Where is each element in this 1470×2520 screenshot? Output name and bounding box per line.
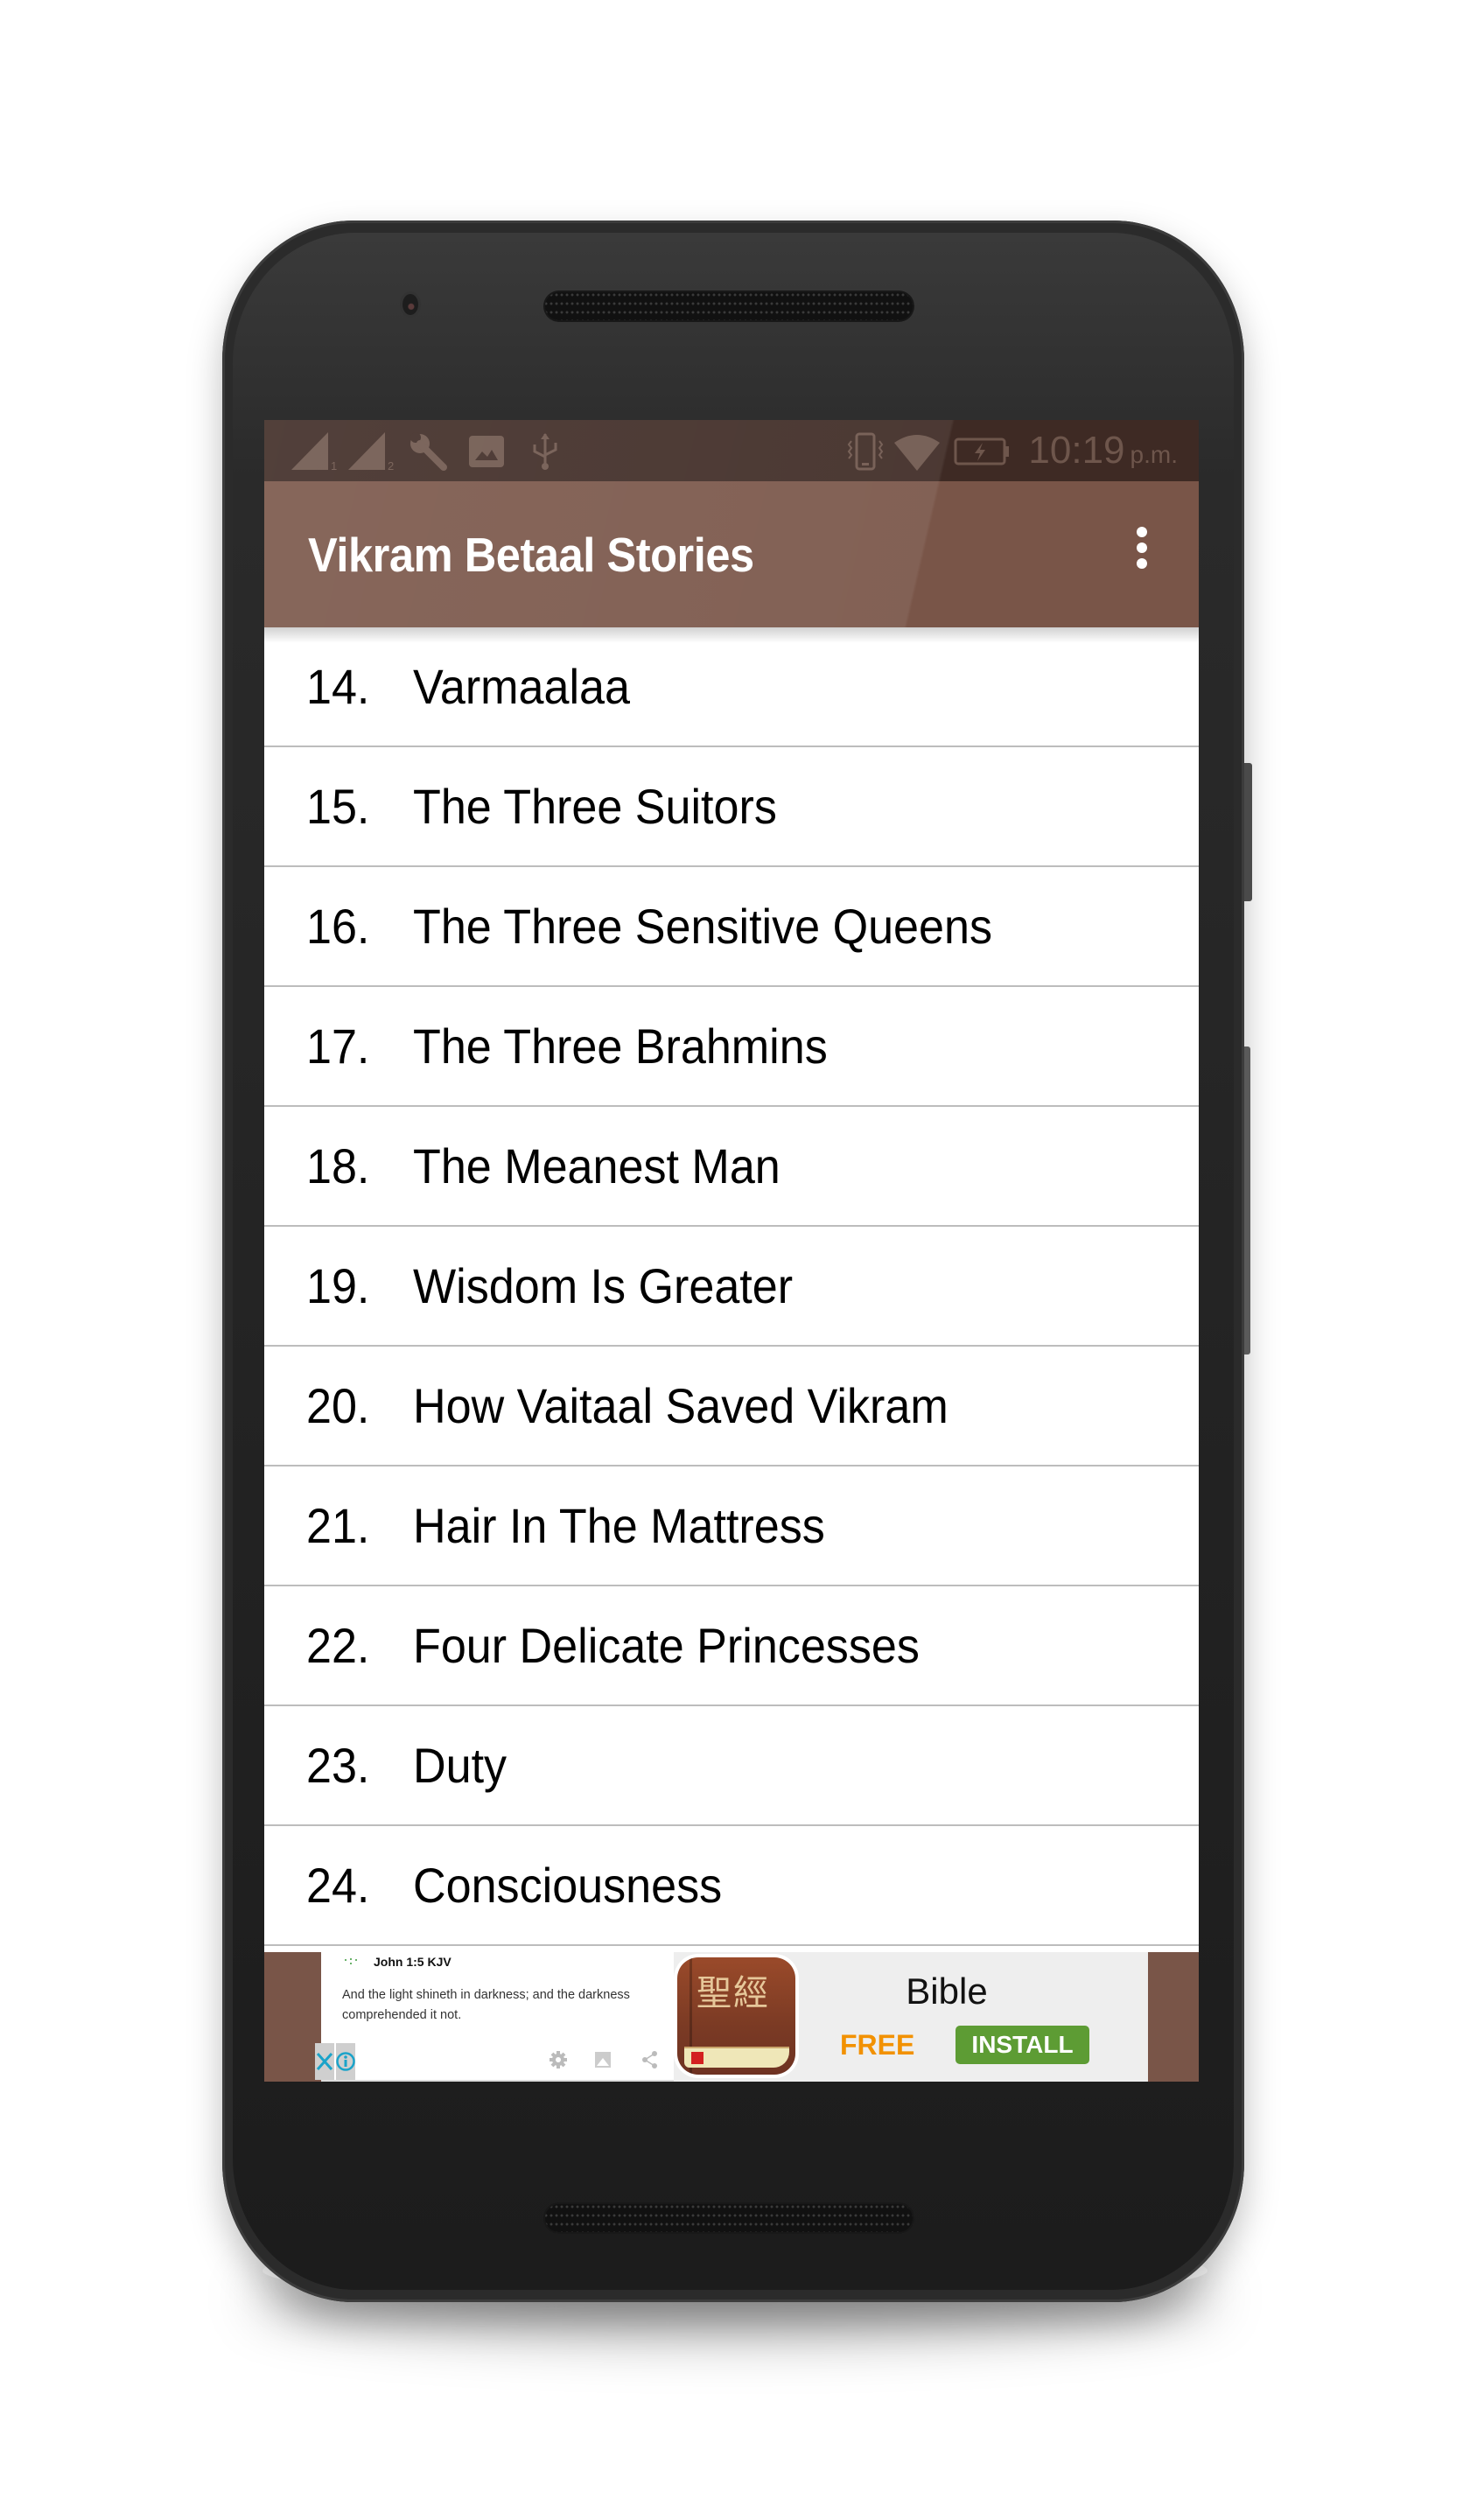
- share-icon: [642, 2051, 657, 2068]
- image-icon: [595, 2052, 611, 2068]
- story-number: 16.: [306, 899, 370, 954]
- bible-app-icon-text: 聖經: [696, 1973, 770, 2013]
- svg-text:2: 2: [388, 459, 394, 471]
- signal-sim1-icon: 1: [291, 432, 344, 471]
- story-list-item[interactable]: 21. Hair In The Mattress: [264, 1466, 1199, 1586]
- svg-text:1: 1: [331, 459, 337, 471]
- story-list-item[interactable]: 24. Consciousness: [264, 1826, 1199, 1946]
- clock-time: 10:19: [1028, 429, 1125, 472]
- story-number: 24.: [306, 1858, 370, 1913]
- story-list-item[interactable]: 18. The Meanest Man: [264, 1107, 1199, 1227]
- story-list-item[interactable]: 23. Duty: [264, 1706, 1199, 1826]
- story-title: Four Delicate Princesses: [413, 1618, 920, 1673]
- battery-charging-icon: [954, 432, 1012, 471]
- wifi-icon: [892, 432, 942, 471]
- ad-close-button[interactable]: [315, 2043, 334, 2080]
- story-list-item[interactable]: 19. Wisdom Is Greater: [264, 1227, 1199, 1347]
- signal-sim2-icon: 2: [348, 432, 401, 471]
- clock: 10:19 p.m.: [1028, 429, 1178, 477]
- vibrate-icon: [847, 432, 884, 471]
- usb-icon: [531, 432, 559, 471]
- story-number: 23.: [306, 1738, 370, 1793]
- bible-app-icon: 聖經: [677, 1957, 795, 2075]
- story-title: The Meanest Man: [413, 1138, 780, 1194]
- ad-banner[interactable]: John 1:5 KJV And the light shineth in da…: [264, 1952, 1199, 2082]
- story-list-item[interactable]: 22. Four Delicate Princesses: [264, 1586, 1199, 1706]
- install-button[interactable]: INSTALL: [956, 2026, 1089, 2064]
- volume-button: [1244, 1046, 1250, 1354]
- story-title: Wisdom Is Greater: [413, 1258, 794, 1313]
- power-button: [1244, 763, 1252, 901]
- story-title: Duty: [413, 1738, 508, 1793]
- story-list-item[interactable]: 16. The Three Sensitive Queens: [264, 867, 1199, 987]
- image-icon: [468, 432, 505, 471]
- story-title: Hair In The Mattress: [413, 1498, 825, 1553]
- front-camera: [402, 294, 418, 315]
- info-icon: [336, 2052, 355, 2071]
- story-number: 19.: [306, 1258, 370, 1313]
- earpiece-speaker: [543, 290, 914, 322]
- story-list-item[interactable]: 17. The Three Brahmins: [264, 987, 1199, 1107]
- story-title: How Vaitaal Saved Vikram: [413, 1378, 948, 1433]
- story-number: 14.: [306, 659, 370, 714]
- story-list-item[interactable]: 20. How Vaitaal Saved Vikram: [264, 1347, 1199, 1466]
- overflow-menu-button[interactable]: [1124, 518, 1159, 588]
- gear-icon: [550, 2051, 567, 2068]
- story-list-item[interactable]: 14. Varmaalaa: [264, 627, 1199, 747]
- app-screen: 1 2 10:19 p.m. Vikram Betaal Stories 14.…: [264, 420, 1199, 2082]
- status-bar: 1 2 10:19 p.m.: [264, 420, 1199, 481]
- ad-info-button[interactable]: [336, 2043, 355, 2080]
- story-title: Varmaalaa: [413, 659, 630, 714]
- bookmark-icon: [691, 2052, 704, 2064]
- ad-brand-icon: [345, 1958, 357, 1964]
- story-list-item[interactable]: 15. The Three Suitors: [264, 747, 1199, 867]
- story-number: 18.: [306, 1138, 370, 1194]
- ad-price: FREE: [840, 2029, 915, 2061]
- story-list: 14. Varmaalaa 15. The Three Suitors 16. The T…: [264, 627, 1199, 1946]
- ad-verse-card[interactable]: John 1:5 KJV And the light shineth in da…: [321, 1952, 674, 2082]
- story-number: 15.: [306, 779, 370, 834]
- ad-app-promo[interactable]: 聖經 Bible FREE INSTALL: [674, 1952, 1148, 2082]
- bottom-speaker: [543, 2202, 914, 2234]
- clock-ampm: p.m.: [1130, 441, 1178, 468]
- story-number: 20.: [306, 1378, 370, 1433]
- story-number: 17.: [306, 1018, 370, 1074]
- story-title: The Three Sensitive Queens: [413, 899, 992, 954]
- story-number: 21.: [306, 1498, 370, 1553]
- story-title: Consciousness: [413, 1858, 723, 1913]
- story-title: The Three Brahmins: [413, 1018, 828, 1074]
- ad-verse-text: And the light shineth in darkness; and t…: [342, 1988, 630, 2022]
- story-number: 22.: [306, 1618, 370, 1673]
- ad-verse-reference: John 1:5 KJV: [374, 1955, 452, 1969]
- wrench-icon: [409, 432, 449, 471]
- story-title: The Three Suitors: [413, 779, 777, 834]
- ad-app-name: Bible: [906, 1970, 988, 2012]
- close-icon: [316, 2053, 333, 2070]
- app-toolbar: Vikram Betaal Stories: [264, 481, 1199, 627]
- page-title: Vikram Betaal Stories: [308, 528, 754, 582]
